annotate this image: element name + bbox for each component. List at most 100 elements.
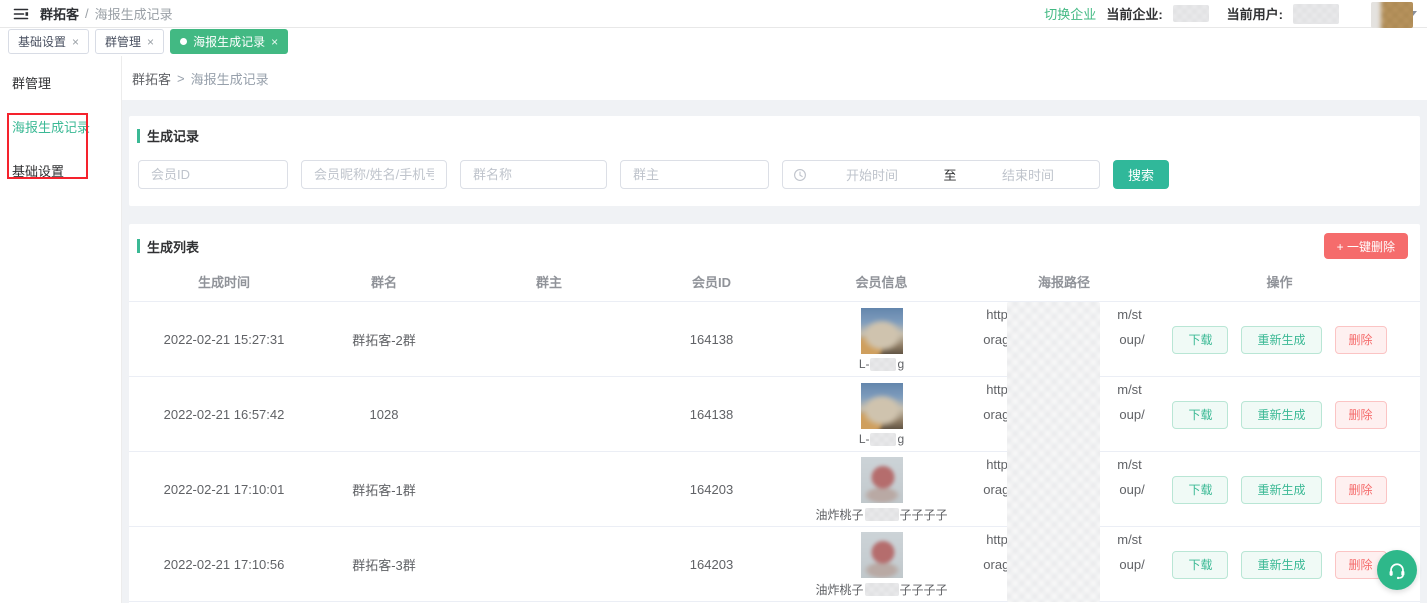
- main-area: 群拓客 > 海报生成记录 生成记录 开始时间 至 结束时间 搜: [122, 56, 1427, 603]
- regenerate-button[interactable]: 重新生成: [1241, 326, 1321, 354]
- regenerate-button[interactable]: 重新生成: [1241, 476, 1321, 504]
- section-title-text: 生成记录: [147, 126, 199, 145]
- user-avatar-redacted: [1371, 2, 1413, 28]
- download-button[interactable]: 下载: [1172, 326, 1228, 354]
- member-name-left: 油炸桃子: [815, 506, 863, 523]
- table-header-row: 生成时间 群名 群主 会员ID 会员信息 海报路径 操作: [129, 261, 1420, 302]
- group-owner-input[interactable]: [620, 160, 769, 189]
- section-title-accent-bar: [137, 129, 140, 143]
- cell-time: 2022-02-21 17:10:01: [129, 482, 319, 497]
- cell-member-id: 164138: [649, 407, 774, 422]
- date-range-picker[interactable]: 开始时间 至 结束时间: [782, 160, 1100, 189]
- download-button[interactable]: 下载: [1172, 401, 1228, 429]
- tab-poster-records[interactable]: 海报生成记录 ×: [170, 29, 288, 54]
- member-avatar: [861, 457, 903, 503]
- member-name: 油炸桃子子子子子: [815, 581, 947, 598]
- cell-time: 2022-02-21 16:57:42: [129, 407, 319, 422]
- cell-time: 2022-02-21 17:10:56: [129, 557, 319, 572]
- url-fragment: m/st: [1117, 302, 1142, 327]
- search-button[interactable]: 搜索: [1113, 160, 1169, 189]
- cell-member-id: 164203: [649, 557, 774, 572]
- column-header-time: 生成时间: [129, 272, 319, 291]
- sidebar-item-group-management[interactable]: 群管理: [0, 62, 121, 106]
- customer-service-button[interactable]: [1377, 550, 1417, 590]
- regenerate-button[interactable]: 重新生成: [1241, 551, 1321, 579]
- list-section-title: 生成列表: [137, 237, 199, 256]
- date-end-placeholder[interactable]: 结束时间: [967, 165, 1089, 184]
- column-header-owner: 群主: [449, 272, 649, 291]
- member-name-right: g: [897, 432, 904, 446]
- table-row: 2022-02-21 17:10:01 群拓客-1群 164203 油炸桃子子子…: [129, 452, 1420, 527]
- member-name-redacted: [865, 583, 899, 596]
- tab-label: 海报生成记录: [193, 33, 265, 50]
- member-name-input[interactable]: [301, 160, 447, 189]
- tab-basic-settings[interactable]: 基础设置 ×: [8, 29, 89, 54]
- member-name-right: g: [897, 357, 904, 371]
- cell-member-info: L-g: [774, 383, 989, 446]
- topbar-right: 切换企业 当前企业: 当前用户:: [1044, 4, 1417, 24]
- current-company-label: 当前企业:: [1106, 4, 1162, 23]
- topbar-app-name: 群拓客: [40, 4, 79, 23]
- list-header: 生成列表 + 一键删除: [129, 233, 1420, 259]
- breadcrumb-parent[interactable]: 群拓客: [132, 69, 171, 88]
- member-avatar: [861, 308, 903, 354]
- current-user-label: 当前用户:: [1227, 4, 1283, 23]
- member-name: L-g: [859, 432, 904, 446]
- column-header-member-info: 会员信息: [774, 272, 989, 291]
- download-button[interactable]: 下载: [1172, 551, 1228, 579]
- table-row: 2022-02-21 16:57:42 1028 164138 L-g http…: [129, 377, 1420, 452]
- section-title-accent-bar: [137, 239, 140, 253]
- cell-actions: 下载 重新生成 删除: [1139, 326, 1420, 354]
- cell-member-info: L-g: [774, 308, 989, 371]
- delete-button[interactable]: 删除: [1335, 401, 1387, 429]
- member-avatar: [861, 532, 903, 578]
- section-title-text: 生成列表: [147, 237, 199, 256]
- switch-company-link[interactable]: 切换企业: [1044, 4, 1096, 23]
- member-name: L-g: [859, 357, 904, 371]
- url-fragment: m/st: [1117, 452, 1142, 477]
- column-header-poster-path: 海报路径: [989, 272, 1139, 291]
- cell-actions: 下载 重新生成 删除: [1139, 476, 1420, 504]
- group-name-input[interactable]: [460, 160, 607, 189]
- sidebar-item-poster-records[interactable]: 海报生成记录: [0, 106, 121, 150]
- sidebar-fold-icon[interactable]: [10, 4, 32, 24]
- cell-member-info: 油炸桃子子子子子: [774, 457, 989, 523]
- delete-button[interactable]: 删除: [1335, 326, 1387, 354]
- list-card: 生成列表 + 一键删除 生成时间 群名 群主 会员ID 会员信息 海报路径 操作…: [129, 224, 1420, 603]
- regenerate-button[interactable]: 重新生成: [1241, 401, 1321, 429]
- cell-group-name: 群拓客-1群: [319, 480, 449, 499]
- search-card: 生成记录 开始时间 至 结束时间 搜索: [129, 116, 1420, 206]
- member-name-redacted: [865, 508, 899, 521]
- member-name-redacted: [870, 358, 896, 371]
- column-header-actions: 操作: [1139, 272, 1420, 291]
- topbar-page-name: 海报生成记录: [95, 4, 173, 23]
- date-start-placeholder[interactable]: 开始时间: [811, 165, 933, 184]
- tab-close-icon[interactable]: ×: [271, 35, 278, 49]
- tab-label: 群管理: [105, 33, 141, 50]
- member-avatar: [861, 383, 903, 429]
- current-user-redacted: [1293, 4, 1339, 24]
- cell-group-name: 群拓客-2群: [319, 330, 449, 349]
- tab-label: 基础设置: [18, 33, 66, 50]
- tab-close-icon[interactable]: ×: [72, 35, 79, 49]
- delete-button[interactable]: 删除: [1335, 476, 1387, 504]
- tab-close-icon[interactable]: ×: [147, 35, 154, 49]
- search-section-title: 生成记录: [137, 126, 1412, 145]
- table-body: 2022-02-21 15:27:31 群拓客-2群 164138 L-g ht…: [129, 302, 1420, 602]
- sidebar-item-basic-settings[interactable]: 基础设置: [0, 150, 121, 194]
- cell-actions: 下载 重新生成 删除: [1139, 401, 1420, 429]
- member-id-input[interactable]: [138, 160, 288, 189]
- url-fragment: m/st: [1117, 377, 1142, 402]
- top-navbar: 群拓客 / 海报生成记录 切换企业 当前企业: 当前用户:: [0, 0, 1427, 28]
- poster-path-redaction-strip: [1007, 302, 1100, 602]
- current-company-redacted: [1173, 5, 1209, 22]
- sidebar-menu: 群管理 海报生成记录 基础设置: [0, 56, 122, 603]
- table-row: 2022-02-21 17:10:56 群拓客-3群 164203 油炸桃子子子…: [129, 527, 1420, 602]
- topbar-breadcrumb: 群拓客 / 海报生成记录: [40, 4, 173, 23]
- breadcrumb: 群拓客 > 海报生成记录: [122, 56, 1427, 100]
- content-layout: 群管理 海报生成记录 基础设置 群拓客 > 海报生成记录 生成记录 开始时间: [0, 56, 1427, 603]
- download-button[interactable]: 下载: [1172, 476, 1228, 504]
- tab-group-management[interactable]: 群管理 ×: [95, 29, 164, 54]
- member-name-left: L-: [859, 357, 870, 371]
- bulk-delete-button[interactable]: + 一键删除: [1324, 233, 1408, 259]
